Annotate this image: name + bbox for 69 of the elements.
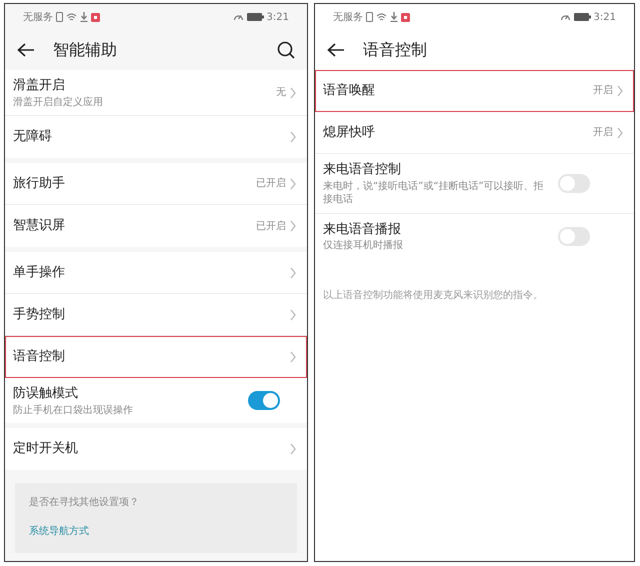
item-description: 来电时，说“接听电话”或“挂断电话”可以接听、拒接电话 bbox=[323, 180, 545, 206]
item-value: 开启 bbox=[593, 126, 613, 140]
battery-icon bbox=[246, 13, 264, 21]
clock-text: 3:21 bbox=[266, 10, 289, 24]
item-title: 语音唤醒 bbox=[323, 82, 376, 100]
page-title: 语音控制 bbox=[363, 39, 428, 61]
carrier-text: 无服务 bbox=[333, 10, 363, 24]
chevron-icon bbox=[289, 220, 297, 232]
item-value: 开启 bbox=[593, 84, 613, 98]
item-title: 防误触模式 bbox=[13, 385, 79, 403]
settings-item[interactable]: 智慧识屏 已开启 bbox=[5, 205, 307, 247]
item-title: 无障碍 bbox=[13, 128, 53, 146]
chevron-icon bbox=[289, 178, 297, 190]
settings-item[interactable]: 旅行助手 已开启 bbox=[5, 163, 307, 205]
chevron-icon bbox=[289, 350, 297, 362]
settings-item[interactable]: 手势控制 bbox=[5, 294, 307, 336]
carrier-text: 无服务 bbox=[23, 10, 53, 24]
item-title: 旅行助手 bbox=[13, 174, 66, 193]
item-value: 无 bbox=[276, 86, 286, 100]
page-title: 智能辅助 bbox=[53, 39, 118, 61]
toggle-switch[interactable] bbox=[558, 226, 590, 246]
suggestion-question: 是否在寻找其他设置项？ bbox=[29, 496, 140, 510]
item-title: 来电语音控制 bbox=[323, 161, 402, 179]
settings-item[interactable]: 单手操作 bbox=[5, 252, 307, 294]
sim-icon bbox=[56, 12, 63, 22]
item-description: 滑盖开启自定义应用 bbox=[13, 96, 104, 109]
chevron-icon bbox=[289, 308, 297, 320]
item-title: 语音控制 bbox=[13, 348, 66, 366]
settings-item[interactable]: 无障碍 bbox=[5, 116, 307, 158]
chevron-icon bbox=[616, 84, 624, 96]
item-description: 仅连接耳机时播报 bbox=[323, 239, 404, 252]
back-icon bbox=[17, 43, 35, 57]
item-title: 滑盖开启 bbox=[13, 77, 66, 95]
battery-icon bbox=[574, 13, 591, 21]
item-title: 单手操作 bbox=[13, 264, 66, 282]
download-icon bbox=[390, 12, 398, 22]
settings-item[interactable]: 来电语音播报 仅连接耳机时播报 bbox=[315, 214, 634, 258]
chevron-icon bbox=[616, 126, 624, 138]
toggle-switch[interactable] bbox=[248, 391, 280, 410]
item-title: 来电语音播报 bbox=[323, 220, 402, 238]
chevron-icon bbox=[289, 131, 297, 143]
chevron-icon bbox=[289, 86, 297, 98]
item-description: 防止手机在口袋出现误操作 bbox=[13, 404, 134, 417]
settings-item[interactable]: 来电语音控制 来电时，说“接听电话”或“挂断电话”可以接听、拒接电话 bbox=[315, 154, 634, 214]
item-title: 手势控制 bbox=[13, 306, 66, 324]
chevron-icon bbox=[289, 443, 297, 455]
item-title: 定时开关机 bbox=[13, 440, 79, 458]
footnote-text: 以上语音控制功能将使用麦克风来识别您的指令。 bbox=[322, 288, 544, 302]
settings-item[interactable]: 滑盖开启 滑盖开启自定义应用 无 bbox=[5, 70, 307, 116]
app-icon bbox=[91, 12, 100, 22]
chevron-icon bbox=[289, 266, 297, 278]
item-title: 熄屏快呼 bbox=[323, 124, 376, 142]
sim-icon bbox=[366, 12, 373, 22]
settings-item[interactable]: 定时开关机 bbox=[5, 428, 307, 470]
item-value: 已开启 bbox=[256, 220, 286, 234]
toggle-switch[interactable] bbox=[558, 174, 590, 193]
download-icon bbox=[80, 12, 88, 22]
settings-item[interactable]: 语音控制 bbox=[5, 336, 307, 378]
settings-item[interactable]: 熄屏快呼 开启 bbox=[315, 112, 634, 154]
clock-text: 3:21 bbox=[594, 10, 616, 24]
app-icon bbox=[401, 12, 410, 22]
item-value: 已开启 bbox=[256, 176, 286, 191]
wifi-icon bbox=[66, 12, 77, 22]
item-title: 智慧识屏 bbox=[13, 217, 66, 236]
back-icon bbox=[327, 43, 345, 57]
wifi-icon bbox=[376, 12, 387, 22]
search-icon bbox=[277, 41, 295, 59]
settings-item[interactable]: 防误触模式 防止手机在口袋出现误操作 bbox=[5, 378, 307, 423]
settings-item[interactable]: 语音唤醒 开启 bbox=[315, 70, 634, 112]
